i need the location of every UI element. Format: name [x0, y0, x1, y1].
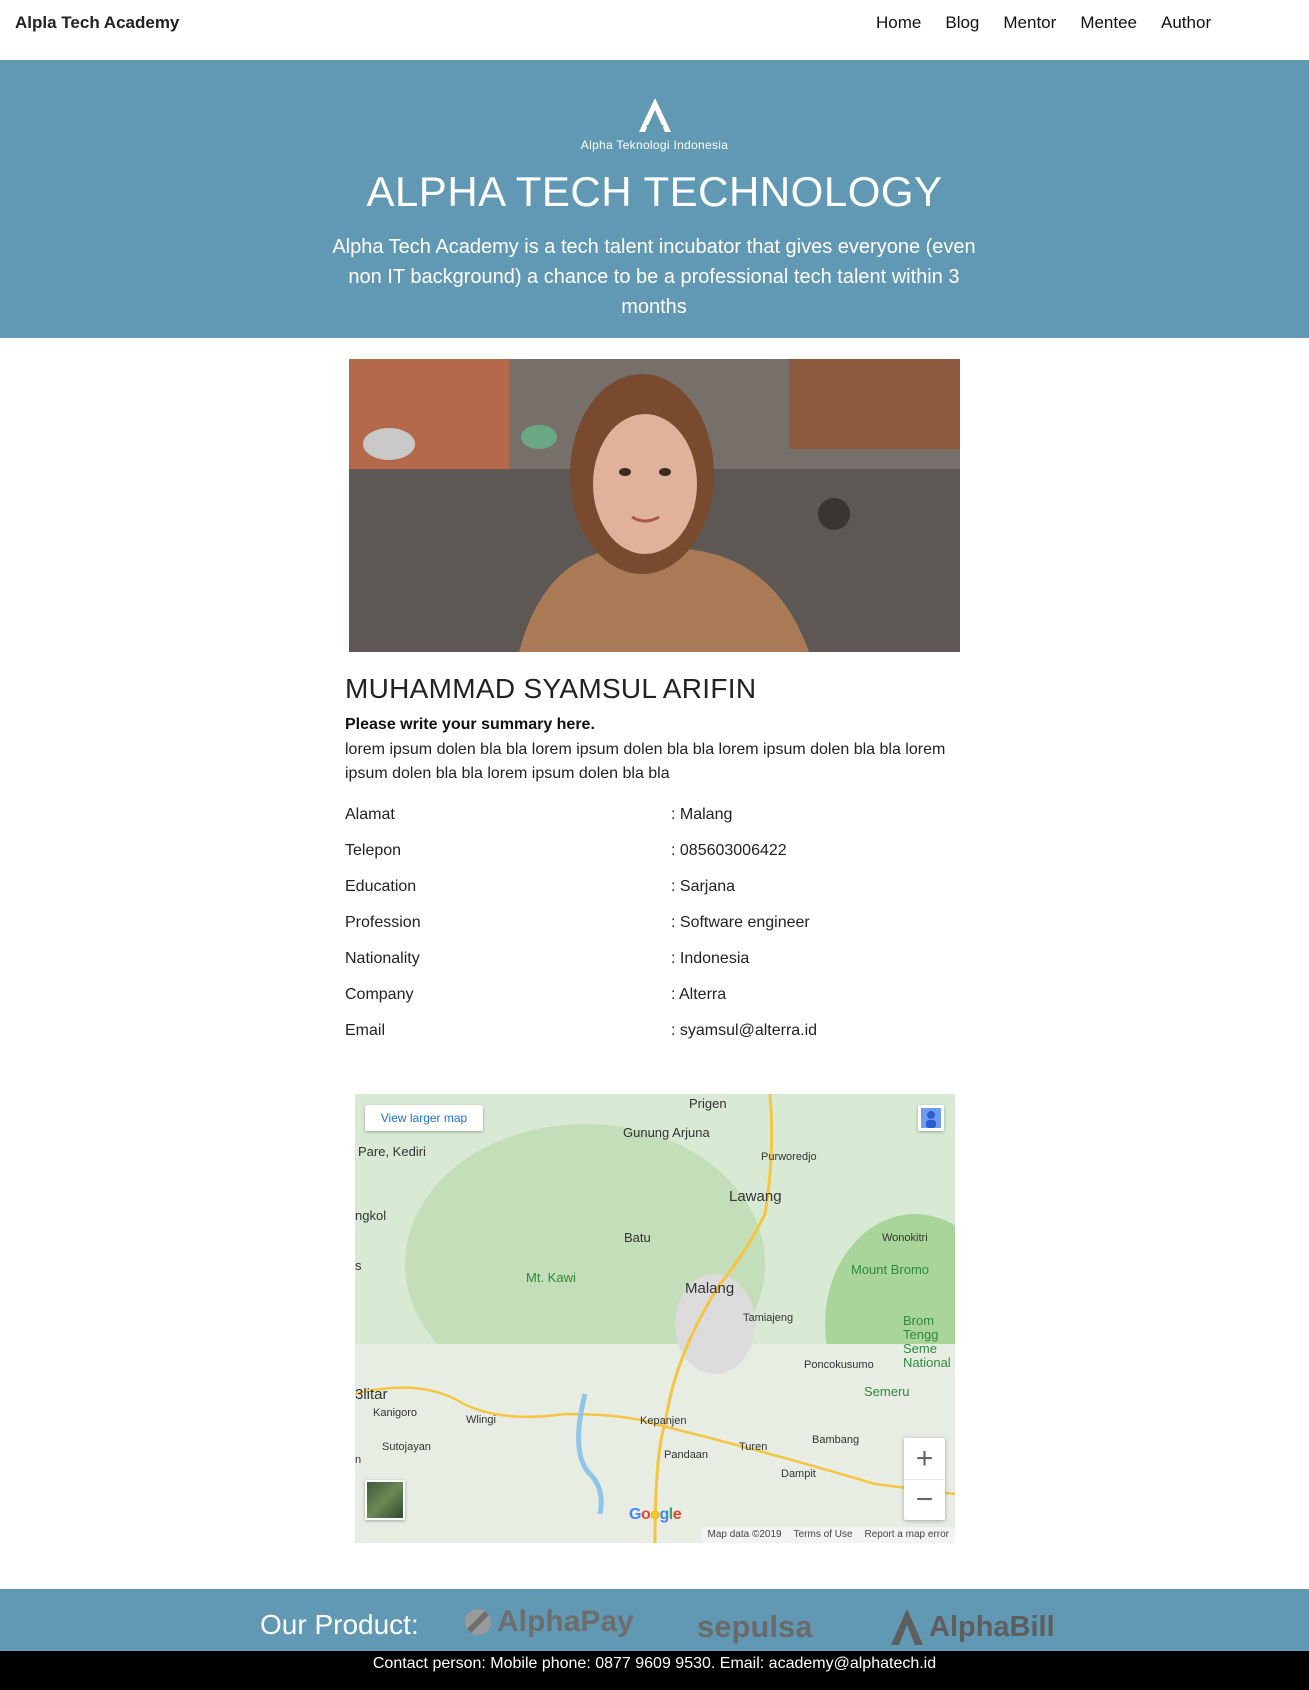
map-terrain [355, 1094, 955, 1543]
alphabill-icon [891, 1609, 923, 1645]
google-logo: Google [629, 1506, 682, 1523]
map-label: Kanigoro [373, 1407, 418, 1419]
summary-title: Please write your summary here. [345, 716, 595, 733]
map-label: s [355, 1258, 362, 1273]
embedded-map[interactable]: Prigen Gunung Arjuna Purworedjo Pare, Ke… [355, 1094, 955, 1543]
map-label: Poncokusumo [804, 1359, 874, 1371]
map-label: Mount Bromo [851, 1262, 930, 1277]
nav-home[interactable]: Home [876, 13, 921, 33]
info-row-email: Email : syamsul@alterra.id [345, 1022, 975, 1058]
info-value: : Malang [671, 806, 733, 823]
sepulsa-logo[interactable]: sepulsa [697, 1609, 812, 1645]
info-value: : 085603006422 [671, 842, 787, 859]
map-label: 3litar [355, 1386, 388, 1403]
brand[interactable]: Alpla Tech Academy [15, 13, 179, 33]
map-label: Malang [685, 1280, 735, 1297]
info-label: Telepon [345, 842, 402, 859]
nav-author[interactable]: Author [1161, 13, 1211, 33]
profile-name: MUHAMMAD SYAMSUL ARIFIN [345, 673, 757, 704]
logo: Alpha Teknologi Indonesia [0, 96, 1309, 152]
alphapay-icon [465, 1609, 491, 1635]
zoom-out-button[interactable]: − [904, 1479, 945, 1520]
map-label: Sutojayan [382, 1441, 431, 1453]
map-label: n [355, 1454, 362, 1466]
info-label: Profession [345, 914, 421, 931]
map-label: Semeru [864, 1384, 910, 1399]
alphapay-logo[interactable]: AlphaPay [463, 1605, 634, 1639]
street-view-pegman-icon[interactable] [918, 1105, 944, 1131]
map-label: Bambang [812, 1434, 860, 1446]
info-value: : syamsul@alterra.id [671, 1022, 818, 1039]
info-row-nationality: Nationality : Indonesia [345, 950, 975, 986]
hero-description: Alpha Tech Academy is a tech talent incu… [332, 236, 976, 318]
satellite-toggle[interactable] [365, 1480, 405, 1520]
product-bar: Our Product: AlphaPay sepulsa AlphaBill [0, 1589, 1309, 1651]
map-label: ngkol [355, 1208, 387, 1223]
profile-photo [349, 359, 960, 652]
map-label: Pandaan [664, 1449, 709, 1461]
info-row-alamat: Alamat : Malang [345, 806, 975, 842]
hero-title: ALPHA TECH TECHNOLOGY [366, 168, 943, 215]
map-label: Brom Tengg Seme National [903, 1314, 951, 1370]
map-data-credit: Map data ©2019 [707, 1529, 782, 1540]
nav-blog[interactable]: Blog [945, 13, 979, 33]
info-row-company: Company : Alterra [345, 986, 975, 1022]
info-label: Education [345, 878, 417, 895]
alphabill-logo[interactable]: AlphaBill [887, 1607, 1055, 1647]
view-larger-map-link[interactable]: View larger map [365, 1105, 483, 1131]
summary-text: lorem ipsum dolen bla bla lorem ipsum do… [345, 741, 946, 782]
map-label: Kepanjen [640, 1415, 687, 1427]
map-label: Mt. Kawi [526, 1270, 576, 1285]
info-label: Alamat [345, 806, 395, 823]
info-value: : Alterra [671, 986, 727, 1003]
hero: Alpha Teknologi Indonesia ALPHA TECH TEC… [0, 60, 1309, 338]
map-label: Lawang [729, 1188, 782, 1205]
alphapay-label: AlphaPay [497, 1605, 634, 1638]
info-row-telepon: Telepon : 085603006422 [345, 842, 975, 878]
zoom-in-button[interactable]: + [904, 1438, 945, 1479]
nav-links: Home Blog Mentor Mentee Author [876, 13, 1235, 33]
sepulsa-label: sepulsa [697, 1609, 813, 1644]
alpha-logo-icon [638, 98, 671, 132]
map-label: Purworedjo [761, 1151, 817, 1163]
map-label: Wonokitri [882, 1232, 928, 1244]
info-row-education: Education : Sarjana [345, 878, 975, 914]
product-label: Our Product: [260, 1609, 419, 1640]
map-label: Batu [624, 1230, 651, 1245]
info-value: : Sarjana [671, 878, 736, 895]
map-label: Tamiajeng [743, 1312, 794, 1324]
map-label: Turen [739, 1441, 768, 1453]
info-value: : Software engineer [671, 914, 810, 931]
map-attribution: Map data ©2019 Terms of Use Report a map… [701, 1527, 955, 1543]
map-label: Dampit [781, 1468, 816, 1480]
map-label: Wlingi [466, 1414, 496, 1426]
info-row-profession: Profession : Software engineer [345, 914, 975, 950]
nav-mentor[interactable]: Mentor [1003, 13, 1056, 33]
report-map-error-link[interactable]: Report a map error [865, 1529, 949, 1543]
info-value: : Indonesia [671, 950, 750, 967]
zoom-controls: + − [904, 1438, 945, 1520]
info-label: Nationality [345, 950, 420, 967]
terms-of-use-link[interactable]: Terms of Use [794, 1529, 853, 1543]
profile-info-table: Alamat : Malang Telepon : 085603006422 E… [345, 806, 975, 1058]
contact-bar: Contact person: Mobile phone: 0877 9609 … [0, 1651, 1309, 1690]
map-label: Prigen [689, 1096, 727, 1111]
map-label: Pare, Kediri [358, 1144, 426, 1159]
nav-mentee[interactable]: Mentee [1080, 13, 1137, 33]
alphabill-label: AlphaBill [929, 1610, 1055, 1643]
navbar: Alpla Tech Academy Home Blog Mentor Ment… [0, 0, 1309, 60]
map-label: Gunung Arjuna [623, 1125, 710, 1140]
info-label: Company [345, 986, 414, 1003]
logo-text: Alpha Teknologi Indonesia [580, 138, 729, 152]
info-label: Email [345, 1022, 386, 1039]
